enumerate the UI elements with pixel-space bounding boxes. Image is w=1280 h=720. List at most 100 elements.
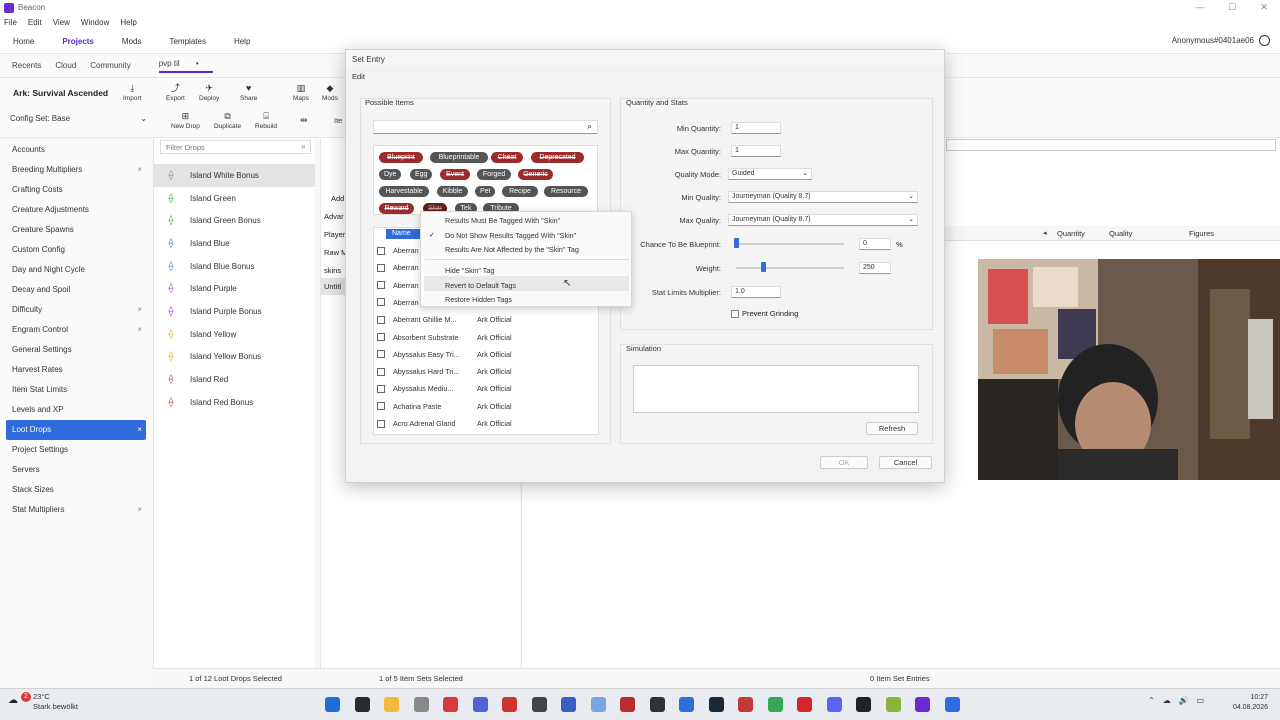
- weight-slider-thumb[interactable]: [761, 262, 766, 272]
- tag-forged[interactable]: Forged: [477, 169, 511, 180]
- drop-list-item[interactable]: ⟠ Island Red: [154, 368, 315, 391]
- tray-chevron-icon[interactable]: ⌃: [1148, 696, 1155, 705]
- drop-list-item[interactable]: ⟠ Island Blue: [154, 232, 315, 255]
- tab-community[interactable]: Community: [90, 61, 130, 70]
- item-set-fragment-2[interactable]: Player: [324, 230, 345, 239]
- sidebar-item[interactable]: Stack Sizes: [0, 480, 152, 500]
- sidebar-item[interactable]: Decay and Spoil: [0, 280, 152, 300]
- max-quality-select[interactable]: Journeyman (Quality 8.7) ⌄: [728, 214, 918, 226]
- sidebar-item[interactable]: Levels and XP: [0, 400, 152, 420]
- item-checkbox[interactable]: [377, 350, 385, 359]
- max-quantity-input[interactable]: 1: [731, 145, 781, 157]
- weight-slider-track[interactable]: [736, 267, 844, 269]
- cancel-button[interactable]: Cancel: [879, 456, 932, 469]
- tag-event[interactable]: Event: [440, 169, 470, 180]
- item-checkbox[interactable]: [377, 315, 385, 324]
- account-menu[interactable]: Anonymous#0401ae06: [1172, 35, 1270, 46]
- tray-cloud-icon[interactable]: ☁: [1163, 696, 1171, 705]
- config-set-selector[interactable]: Config Set: Base ⌄: [10, 114, 147, 127]
- tag-blueprint[interactable]: Blueprint: [379, 152, 423, 163]
- beacon-icon[interactable]: [915, 697, 930, 712]
- maps-button[interactable]: ▥ Maps: [293, 83, 309, 102]
- minimize-button[interactable]: —: [1184, 0, 1216, 15]
- tag-dye[interactable]: Dye: [379, 169, 401, 180]
- menu-window[interactable]: Window: [81, 18, 109, 27]
- sidebar-item[interactable]: Servers: [0, 460, 152, 480]
- item-set-fragment-4[interactable]: skins: [324, 266, 341, 275]
- tag-egg[interactable]: Egg: [410, 169, 432, 180]
- tray-battery-icon[interactable]: ▭: [1197, 696, 1205, 705]
- app-v-icon[interactable]: [472, 697, 488, 712]
- sidebar-item[interactable]: Breeding Multipliers ×: [0, 160, 152, 180]
- add-fragment[interactable]: Add: [331, 194, 344, 203]
- tag-kibble[interactable]: Kibble: [437, 186, 468, 197]
- app-red-icon[interactable]: [443, 697, 458, 712]
- tab-cloud[interactable]: Cloud: [55, 61, 76, 70]
- drop-list-item[interactable]: ⟠ Island Green: [154, 187, 315, 210]
- tab-project[interactable]: pvp til •: [158, 59, 213, 73]
- ok-button[interactable]: OK: [820, 456, 868, 469]
- list-item[interactable]: Aberrant Ghillie M... Ark Official: [374, 311, 598, 328]
- export-button[interactable]: ⤴ Export: [166, 83, 185, 102]
- sidebar-item[interactable]: Accounts: [0, 140, 152, 160]
- app-red2-icon[interactable]: [738, 697, 753, 712]
- chrome-icon[interactable]: [767, 697, 783, 712]
- item-checkbox[interactable]: [377, 246, 385, 255]
- maximize-button[interactable]: ☐: [1216, 0, 1248, 15]
- nav-templates[interactable]: Templates: [165, 34, 209, 49]
- tag-resource[interactable]: Resource: [544, 186, 588, 197]
- tray-volume-icon[interactable]: 🔊: [1179, 696, 1189, 705]
- context-menu-item[interactable]: Restore Hidden Tags: [445, 295, 512, 304]
- split-icon[interactable]: ⇹: [300, 115, 308, 126]
- item-checkbox[interactable]: [377, 419, 385, 428]
- drop-list-item[interactable]: ⟠ Island Yellow: [154, 323, 315, 346]
- context-menu-item[interactable]: Do Not Show Results Tagged With "Skin": [445, 231, 576, 240]
- sidebar-item[interactable]: Stat Multipliers ×: [0, 500, 152, 520]
- context-menu-item[interactable]: Revert to Default Tags: [445, 281, 516, 290]
- prevent-grinding-checkbox[interactable]: Prevent Grinding: [731, 309, 798, 318]
- tag-harvestable[interactable]: Harvestable: [379, 186, 429, 197]
- sidebar-item[interactable]: Difficulty ×: [0, 300, 152, 320]
- close-icon[interactable]: ×: [137, 160, 142, 180]
- dialog-menu-edit[interactable]: Edit: [352, 72, 365, 81]
- taskbar-clock[interactable]: 10:27 04.08.2026: [1233, 693, 1268, 713]
- list-item[interactable]: Achatina Paste Ark Official: [374, 398, 598, 415]
- weather-widget[interactable]: 23°C Stark bewölkt: [33, 692, 78, 712]
- app-box-icon[interactable]: [620, 697, 635, 712]
- item-set-fragment-1[interactable]: Advar: [324, 212, 344, 221]
- context-menu-item[interactable]: Results Are Not Affected by the "Skin" T…: [445, 245, 579, 254]
- drop-list-item[interactable]: ⟠ Island Green Bonus: [154, 209, 315, 232]
- tag-generic[interactable]: Generic: [518, 169, 553, 180]
- app-blue-icon[interactable]: [561, 697, 576, 712]
- new-drop-button[interactable]: ⊞ New Drop: [171, 111, 200, 130]
- close-icon[interactable]: ×: [137, 420, 142, 440]
- quality-mode-select[interactable]: Guided ⌄: [728, 168, 812, 180]
- rebuild-button[interactable]: ⌸ Rebuild: [255, 111, 277, 130]
- sidebar-item[interactable]: Item Stat Limits: [0, 380, 152, 400]
- blueprint-slider-thumb[interactable]: [734, 238, 739, 248]
- drop-list-item[interactable]: ⟠ Island Purple Bonus: [154, 300, 315, 323]
- tag-recipe[interactable]: Recipe: [502, 186, 538, 197]
- context-menu-item[interactable]: Hide "Skin" Tag: [445, 266, 494, 275]
- item-checkbox[interactable]: [377, 384, 385, 393]
- tag-pet[interactable]: Pet: [475, 186, 495, 197]
- close-window-button[interactable]: ✕: [1248, 0, 1280, 15]
- app-mask-icon[interactable]: [649, 697, 665, 712]
- app-ark-icon[interactable]: [944, 697, 960, 712]
- mods-button[interactable]: ◆ Mods: [322, 83, 338, 102]
- menu-file[interactable]: File: [4, 18, 17, 27]
- tag-cheat[interactable]: Cheat: [491, 152, 523, 163]
- col-quantity[interactable]: Quantity: [1057, 229, 1085, 238]
- sidebar-item[interactable]: Creature Spawns: [0, 220, 152, 240]
- app-record-icon[interactable]: [502, 697, 517, 712]
- list-item[interactable]: Abyssalus Mediu... Ark Official: [374, 380, 598, 397]
- sort-arrow-icon[interactable]: ◂: [1043, 229, 1047, 237]
- col-quality[interactable]: Quality: [1109, 229, 1132, 238]
- nav-mods[interactable]: Mods: [118, 34, 146, 49]
- sidebar-item[interactable]: Custom Config: [0, 240, 152, 260]
- drop-list-item[interactable]: ⟠ Island Blue Bonus: [154, 255, 315, 278]
- tab-recents[interactable]: Recents: [12, 61, 41, 70]
- import-button[interactable]: ⤓ Import: [123, 83, 141, 102]
- item-checkbox[interactable]: [377, 333, 385, 341]
- nav-home[interactable]: Home: [9, 34, 38, 49]
